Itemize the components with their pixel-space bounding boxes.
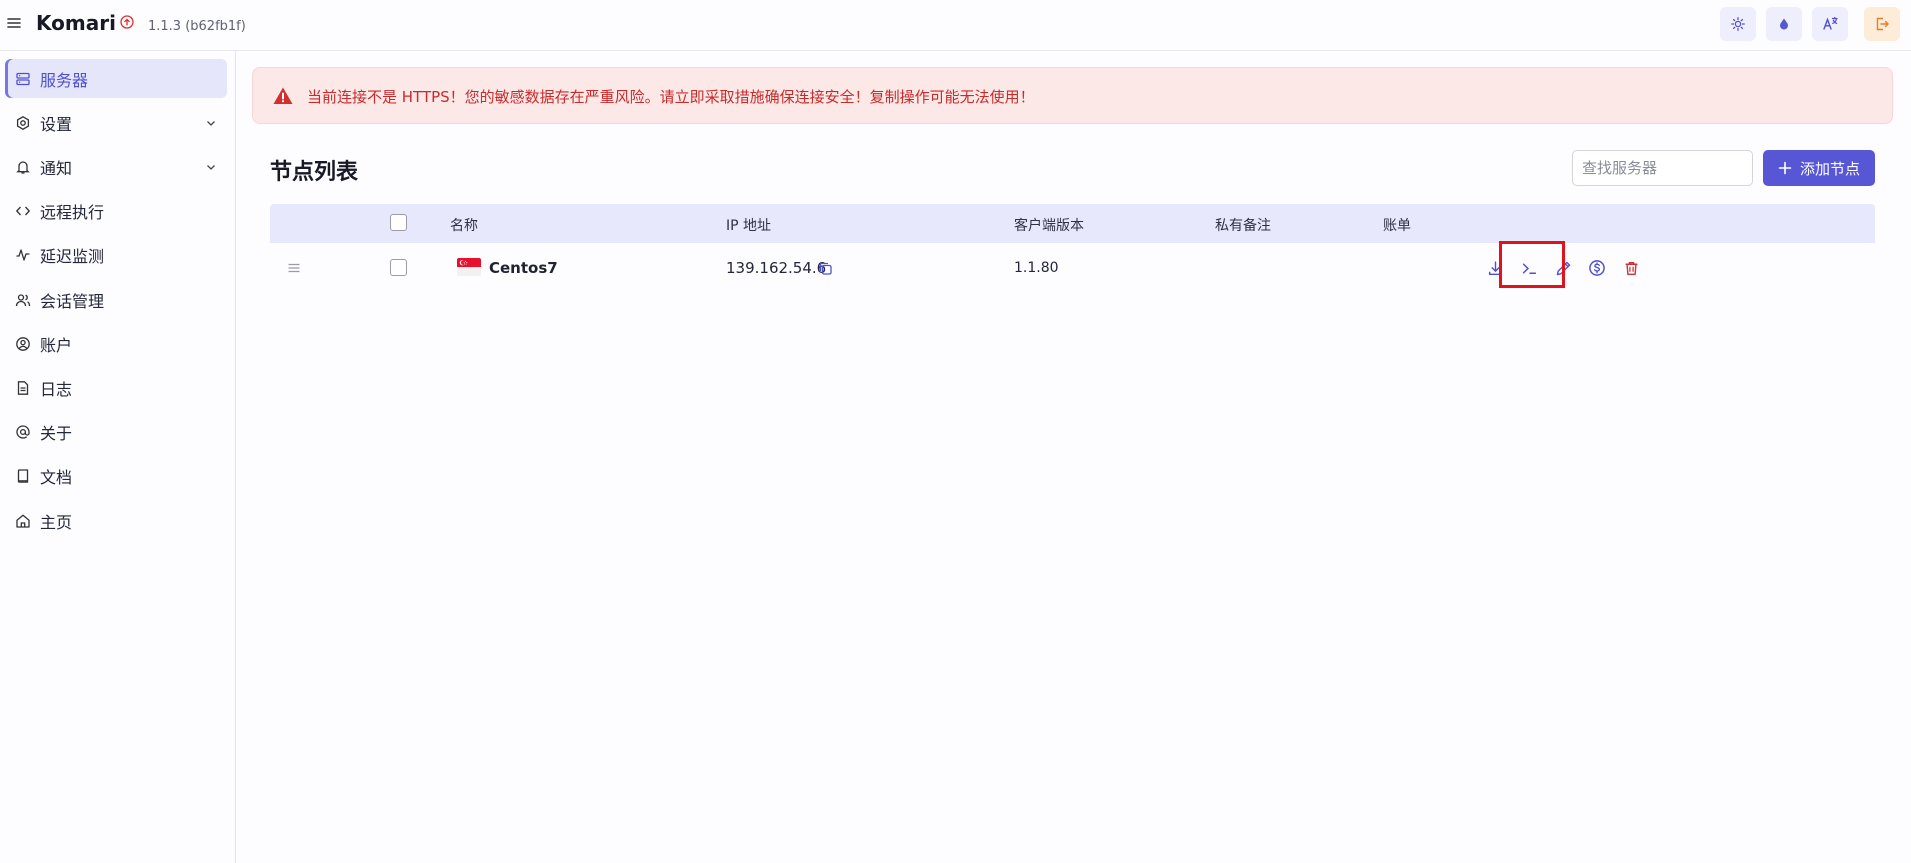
- pencil-icon: [1556, 261, 1570, 275]
- node-name-link[interactable]: Centos7: [489, 259, 558, 277]
- logout-button[interactable]: [1864, 7, 1900, 41]
- sidebar: 服务器 设置 通知 远程执行 延迟监测 会话管理 账户 日志 关于 文档 主页: [0, 51, 236, 863]
- row-checkbox[interactable]: [390, 259, 407, 276]
- settings-icon: [16, 115, 30, 130]
- sun-icon: [1731, 17, 1745, 31]
- sidebar-item-label: 主页: [40, 512, 73, 532]
- sidebar-item-account[interactable]: 账户: [5, 324, 227, 363]
- sidebar-item-label: 通知: [40, 158, 73, 178]
- sidebar-item-label: 文档: [40, 467, 73, 487]
- install-command-button[interactable]: [1485, 258, 1505, 278]
- table-header: 名称 IP 地址 客户端版本 私有备注 账单: [270, 204, 1875, 243]
- sidebar-item-label: 远程执行: [40, 202, 105, 222]
- version-label: 1.1.3 (b62fb1f): [148, 19, 246, 34]
- sidebar-item-label: 账户: [40, 335, 73, 355]
- page-title: 节点列表: [270, 160, 359, 185]
- chevron-down-icon: [207, 121, 215, 126]
- color-theme-button[interactable]: [1766, 7, 1802, 41]
- dollar-circle-icon: [1589, 260, 1605, 276]
- account-icon: [16, 336, 30, 351]
- droplet-icon: [1780, 18, 1788, 30]
- theme-toggle-button[interactable]: [1720, 7, 1756, 41]
- copy-icon[interactable]: [818, 261, 833, 276]
- language-button[interactable]: [1812, 7, 1848, 41]
- node-client-version: 1.1.80: [1014, 260, 1059, 276]
- sidebar-item-remote-exec[interactable]: 远程执行: [5, 191, 227, 230]
- add-node-label: 添加节点: [1799, 159, 1860, 178]
- search-input[interactable]: [1572, 150, 1753, 186]
- delete-button[interactable]: [1621, 258, 1641, 278]
- alert-message: 当前连接不是 HTTPS！您的敏感数据存在严重风险。请立即采取措施确保连接安全！…: [307, 88, 1035, 106]
- sidebar-item-settings[interactable]: 设置: [5, 103, 227, 142]
- column-header-name: 名称: [450, 218, 478, 234]
- sidebar-item-label: 会话管理: [40, 291, 105, 311]
- update-available-icon[interactable]: [119, 14, 135, 30]
- brand-title: Komari: [36, 11, 116, 35]
- bell-icon: [16, 160, 30, 174]
- chevron-down-icon: [207, 165, 215, 170]
- column-header-private-note: 私有备注: [1215, 218, 1271, 234]
- code-icon: [15, 206, 31, 215]
- sidebar-item-sessions[interactable]: 会话管理: [5, 280, 227, 319]
- plus-icon: [1778, 161, 1792, 175]
- top-header: Komari 1.1.3 (b62fb1f): [0, 0, 1911, 51]
- column-header-ip: IP 地址: [726, 218, 772, 234]
- sidebar-item-notifications[interactable]: 通知: [5, 147, 227, 186]
- at-icon: [16, 424, 30, 439]
- add-node-button[interactable]: 添加节点: [1763, 150, 1875, 186]
- sidebar-item-label: 服务器: [40, 70, 89, 90]
- drag-handle-icon[interactable]: [287, 261, 301, 275]
- node-ip: 139.162.54.6: [726, 259, 827, 277]
- logout-icon: [1876, 17, 1889, 31]
- sidebar-item-label: 设置: [40, 114, 73, 134]
- file-icon: [17, 380, 29, 395]
- edit-button[interactable]: [1553, 258, 1573, 278]
- sidebar-item-label: 延迟监测: [40, 246, 105, 266]
- users-icon: [15, 293, 31, 306]
- menu-icon[interactable]: [6, 15, 22, 31]
- sidebar-item-about[interactable]: 关于: [5, 412, 227, 451]
- activity-icon: [16, 248, 30, 261]
- terminal-icon: [1522, 263, 1536, 274]
- column-header-billing: 账单: [1383, 218, 1411, 234]
- singapore-flag-icon: [457, 258, 481, 276]
- select-all-checkbox[interactable]: [390, 214, 407, 231]
- sidebar-item-label: 日志: [40, 379, 73, 399]
- sidebar-item-label: 关于: [40, 423, 73, 443]
- sidebar-item-home[interactable]: 主页: [5, 501, 227, 540]
- sidebar-item-docs[interactable]: 文档: [5, 456, 227, 495]
- warning-icon: [273, 87, 293, 104]
- https-warning-alert: 当前连接不是 HTTPS！您的敏感数据存在严重风险。请立即采取措施确保连接安全！…: [252, 67, 1893, 124]
- table-row: Centos7 139.162.54.6 1.1.80: [270, 243, 1875, 293]
- translate-icon: [1823, 16, 1838, 30]
- terminal-button[interactable]: [1519, 258, 1539, 278]
- sidebar-item-logs[interactable]: 日志: [5, 368, 227, 407]
- home-icon: [16, 514, 30, 528]
- download-icon: [1488, 260, 1502, 275]
- column-header-client-version: 客户端版本: [1014, 218, 1084, 234]
- sidebar-item-servers[interactable]: 服务器: [5, 59, 227, 98]
- trash-icon: [1625, 261, 1637, 275]
- sidebar-item-latency[interactable]: 延迟监测: [5, 235, 227, 274]
- book-icon: [17, 468, 29, 483]
- server-icon: [16, 72, 30, 85]
- billing-button[interactable]: [1587, 258, 1607, 278]
